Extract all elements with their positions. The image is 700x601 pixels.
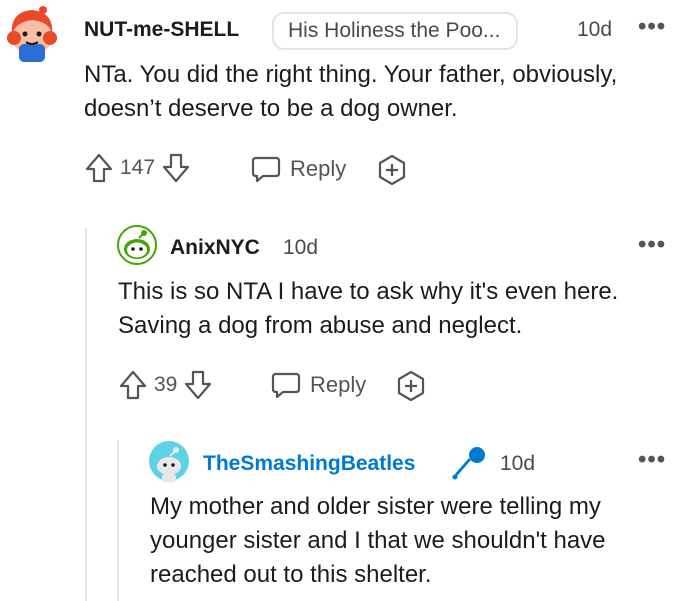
avatar[interactable] [6, 4, 62, 62]
vote-count: 147 [120, 156, 156, 179]
vote-controls: 39 [118, 369, 213, 401]
avatar[interactable] [117, 225, 157, 265]
comment-body: NTa. You did the right thing. Your fathe… [84, 61, 618, 122]
reply-icon [270, 370, 302, 400]
reply-button[interactable]: Reply [270, 370, 366, 400]
comment-timestamp: 10d [577, 18, 613, 41]
comment-1: NUT-me-SHELL His Holiness the Poo... 10d… [0, 0, 700, 200]
more-options-icon[interactable]: ••• [638, 15, 666, 39]
vote-count: 39 [154, 373, 178, 396]
reply-label: Reply [290, 156, 347, 181]
comment-username[interactable]: AnixNYC [170, 236, 260, 260]
comment-timestamp: 10d [283, 236, 319, 259]
reply-button[interactable]: Reply [250, 154, 346, 184]
reply-label: Reply [310, 372, 367, 397]
comment-username[interactable]: NUT-me-SHELL [84, 18, 239, 42]
avatar[interactable] [148, 440, 190, 482]
vote-controls: 147 [84, 152, 191, 184]
comment-2: AnixNYC 10d ••• This is so NTA I have to… [0, 215, 700, 415]
award-icon [376, 154, 408, 186]
upvote-icon[interactable] [118, 369, 148, 401]
downvote-icon[interactable] [183, 369, 213, 401]
downvote-icon[interactable] [161, 152, 191, 184]
reply-icon [250, 154, 282, 184]
upvote-icon[interactable] [84, 152, 114, 184]
microphone-icon [450, 444, 488, 482]
comment-body: My mother and older sister were telling … [150, 493, 606, 588]
more-options-icon[interactable]: ••• [638, 233, 666, 257]
comment-body: This is so NTA I have to ask why it's ev… [118, 278, 619, 339]
comment-timestamp: 10d [500, 452, 536, 475]
comment-username[interactable]: TheSmashingBeatles [203, 452, 415, 476]
award-button[interactable] [376, 154, 408, 186]
comment-3: TheSmashingBeatles 10d ••• My mother and… [0, 430, 700, 601]
user-flair: His Holiness the Poo... [272, 12, 519, 50]
award-button[interactable] [395, 370, 427, 402]
award-icon [395, 370, 427, 402]
more-options-icon[interactable]: ••• [638, 448, 666, 472]
